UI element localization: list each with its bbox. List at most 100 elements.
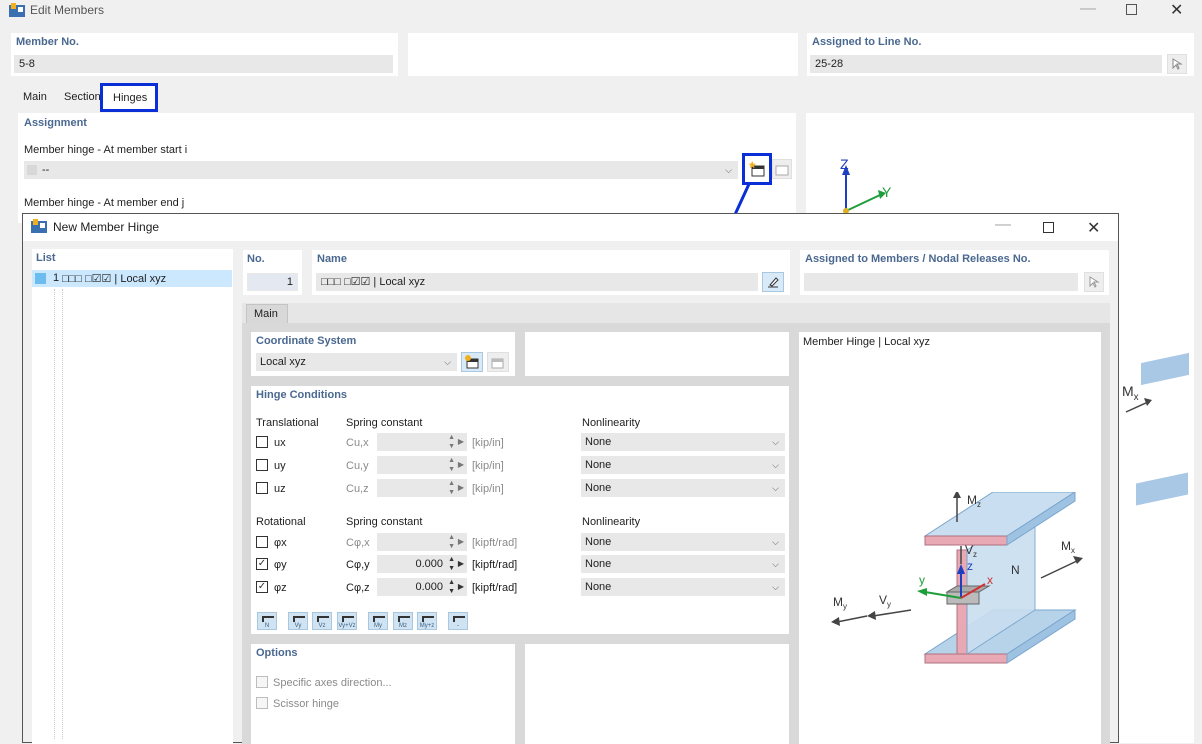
coord-select-value: Local xyz	[260, 356, 306, 368]
ux-checkbox[interactable]	[256, 436, 268, 448]
list-item-text: □□□ □☑☑ | Local xyz	[62, 273, 167, 285]
tab-hinges[interactable]: Hinges	[100, 83, 158, 112]
phiy-checkbox[interactable]: ✓	[256, 558, 268, 570]
assignment-panel: Assignment Member hinge - At member star…	[18, 113, 796, 223]
scissor-hinge-label: Scissor hinge	[273, 698, 340, 710]
uz-label: uz	[274, 483, 286, 495]
cphiz-unit: [kipft/rad]	[472, 582, 518, 594]
chevron-down-icon: ⌵	[725, 165, 732, 175]
assigned-panel: Assigned to Members / Nodal Releases No.	[800, 250, 1109, 295]
preset-myz-button[interactable]: My+z	[417, 612, 437, 630]
chevron-down-icon: ⌵	[772, 559, 779, 569]
preset-mz-button[interactable]: Mz	[393, 612, 413, 630]
main-titlebar: Edit Members — ✕	[0, 0, 1202, 22]
ux-nonlin-select[interactable]: None ⌵	[581, 433, 785, 451]
uy-nonlin-select[interactable]: None ⌵	[581, 456, 785, 474]
close-button[interactable]: ✕	[1170, 0, 1183, 20]
cuy-unit: [kip/in]	[472, 460, 504, 472]
edit-coord-icon[interactable]	[487, 352, 509, 372]
dialog-minimize-button[interactable]: —	[995, 216, 1011, 234]
phix-nonlin-value: None	[585, 536, 612, 548]
uy-checkbox[interactable]	[256, 459, 268, 471]
options-header: Options	[256, 647, 298, 659]
tab-section[interactable]: Section	[64, 91, 101, 103]
no-input[interactable]: 1	[247, 273, 298, 291]
phix-label: φx	[274, 537, 287, 549]
assigned-line-panel: Assigned to Line No. 25-28	[807, 33, 1194, 76]
member-no-label: Member No.	[16, 36, 79, 48]
dialog-close-button[interactable]: ✕	[1087, 218, 1100, 238]
dialog-titlebar: New Member Hinge — ✕	[23, 214, 1118, 241]
assignment-header: Assignment	[24, 117, 87, 129]
cphiy-input[interactable]: 0.000 ▲ ▼ ▶	[377, 555, 467, 573]
uz-checkbox[interactable]	[256, 482, 268, 494]
local-z-label: z	[967, 559, 973, 573]
preset-my-button[interactable]: My	[368, 612, 388, 630]
tab-main[interactable]: Main	[23, 91, 47, 103]
preset-n-button[interactable]: N	[257, 612, 277, 630]
specific-axes-checkbox[interactable]	[256, 676, 268, 688]
bg-beam-flange-2	[1136, 472, 1188, 506]
maximize-button[interactable]	[1126, 4, 1137, 15]
no-panel: No. 1	[243, 250, 302, 295]
phiz-nonlin-select[interactable]: None ⌵	[581, 578, 785, 596]
coord-select[interactable]: Local xyz ⌵	[256, 353, 457, 371]
cuz-input[interactable]: ▲ ▼ ▶	[377, 479, 467, 497]
hinge-start-value: --	[42, 164, 50, 176]
cuy-input[interactable]: ▲ ▼ ▶	[377, 456, 467, 474]
cphix-unit: [kipft/rad]	[472, 537, 518, 549]
phiy-nonlin-select[interactable]: None ⌵	[581, 555, 785, 573]
assigned-input[interactable]	[804, 273, 1078, 291]
rotational-label: Rotational	[256, 516, 306, 528]
cux-unit: [kip/in]	[472, 437, 504, 449]
cphix-input[interactable]: ▲ ▼ ▶	[377, 533, 467, 551]
phiy-label: φy	[274, 559, 287, 571]
hinge-start-select[interactable]: -- ⌵	[24, 161, 738, 179]
name-input[interactable]: □□□ □☑☑ | Local xyz	[316, 273, 758, 291]
global-z-label: Z	[840, 156, 849, 172]
chevron-down-icon: ⌵	[772, 582, 779, 592]
coord-header: Coordinate System	[256, 335, 357, 347]
member-no-input[interactable]: 5-8	[14, 55, 393, 73]
n-label: N	[1011, 563, 1020, 577]
assigned-line-input[interactable]: 25-28	[810, 55, 1162, 73]
cuy-symbol: Cu,y	[346, 460, 369, 472]
cphiz-input[interactable]: 0.000 ▲ ▼ ▶	[377, 578, 467, 596]
list-item[interactable]: 1 □□□ □☑☑ | Local xyz	[32, 270, 232, 287]
cphiy-symbol: Cφ,y	[346, 559, 370, 571]
options-side-panel	[525, 644, 789, 744]
phiz-label: φz	[274, 582, 287, 594]
scissor-hinge-checkbox[interactable]	[256, 697, 268, 709]
translational-label: Translational	[256, 417, 319, 429]
preset-vyvz-button[interactable]: Vy+Vz	[337, 612, 357, 630]
phix-checkbox[interactable]	[256, 536, 268, 548]
uz-nonlin-select[interactable]: None ⌵	[581, 479, 785, 497]
phiz-checkbox[interactable]: ✓	[256, 581, 268, 593]
hinge-conditions-panel: Hinge Conditions Translational Spring co…	[251, 386, 789, 634]
preset-vy-button[interactable]: Vy	[288, 612, 308, 630]
cux-input[interactable]: ▲ ▼ ▶	[377, 433, 467, 451]
preset-clear-button[interactable]: -	[448, 612, 468, 630]
coord-side-panel	[525, 332, 789, 376]
cphiy-unit: [kipft/rad]	[472, 559, 518, 571]
nonlin-label-trans: Nonlinearity	[582, 417, 641, 429]
bg-beam-flange-1	[1141, 352, 1189, 386]
spring-label-rot: Spring constant	[346, 516, 423, 528]
edit-hinge-icon[interactable]	[772, 159, 792, 179]
tab-dialog-main[interactable]: Main	[246, 304, 288, 323]
spring-label-trans: Spring constant	[346, 417, 423, 429]
pick-cursor-icon[interactable]	[1167, 54, 1187, 74]
window-title: Edit Members	[30, 3, 105, 17]
new-coord-icon[interactable]	[461, 352, 483, 372]
cuz-unit: [kip/in]	[472, 483, 504, 495]
preset-vz-button[interactable]: Vz	[312, 612, 332, 630]
phix-nonlin-select[interactable]: None ⌵	[581, 533, 785, 551]
hinge-cond-header: Hinge Conditions	[256, 389, 348, 401]
pick-members-icon[interactable]	[1084, 272, 1104, 292]
minimize-button[interactable]: —	[1080, 0, 1096, 18]
specific-axes-label: Specific axes direction...	[273, 677, 392, 689]
dialog-maximize-button[interactable]	[1043, 222, 1054, 233]
dialog-title: New Member Hinge	[53, 220, 160, 234]
edit-name-icon[interactable]	[762, 272, 784, 292]
cux-symbol: Cu,x	[346, 437, 369, 449]
